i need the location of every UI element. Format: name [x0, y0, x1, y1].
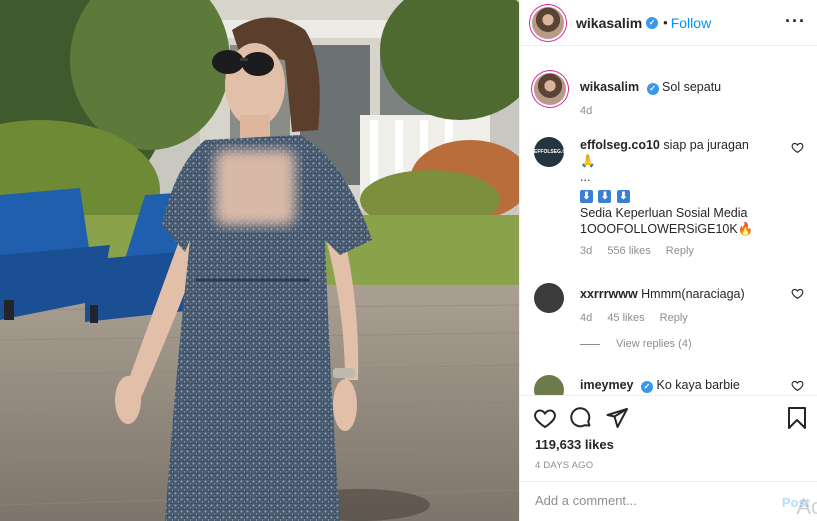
comment-likes[interactable]: 45 likes — [607, 312, 644, 324]
comment-emoji: 🙏 — [580, 154, 596, 168]
caption-text: Sol sepatu — [662, 80, 722, 94]
comment-item: xxrrrwww Hmmm(naraciaga) 4d 45 likes Rep… — [534, 283, 804, 350]
commenter-avatar[interactable] — [534, 283, 564, 313]
caption-meta: 4d — [580, 105, 804, 117]
heart-icon[interactable] — [791, 379, 804, 392]
comment-line: 1OOOFOLLOWERSiGE10K🔥 — [580, 222, 754, 236]
comment-text: Hmmm(naraciaga) — [641, 287, 745, 301]
caption-username[interactable]: wikasalim — [580, 80, 639, 94]
post-sidebar: wikasalim ✓ • Follow ··· wikasalim ✓ Sol… — [519, 0, 817, 521]
caption: wikasalim ✓ Sol sepatu 4d — [534, 73, 804, 117]
caption-avatar[interactable] — [534, 73, 566, 105]
post-timestamp: 4 DAYS AGO — [535, 460, 594, 471]
comment-meta: 3d 556 likes Reply — [580, 245, 804, 257]
divider-line — [580, 343, 600, 345]
view-replies-label: View replies (4) — [616, 338, 692, 350]
comment-age: 3d — [580, 245, 593, 257]
likes-count[interactable]: 119,633 likes — [535, 437, 614, 452]
comment-username[interactable]: xxrrrwww — [580, 287, 638, 301]
comment-text: Ko kaya barbie — [656, 378, 740, 392]
comment-item: imeymey ✓ Ko kaya barbie — [534, 375, 804, 395]
commenter-avatar[interactable]: EFFOLSEG.CO — [534, 137, 570, 167]
comment-meta: 4d 45 likes Reply — [580, 312, 804, 324]
down-arrow-icon: ⬇ — [580, 190, 593, 203]
arrow-boxes: ⬇ ⬇ ⬇ — [580, 187, 780, 203]
comment-body: xxrrrwww Hmmm(naraciaga) — [580, 283, 780, 302]
caption-body: wikasalim ✓ Sol sepatu — [580, 73, 780, 95]
comment-item: EFFOLSEG.CO effolseg.co10 siap pa juraga… — [534, 137, 804, 257]
author-avatar[interactable] — [532, 6, 564, 39]
verified-icon: ✓ — [646, 83, 659, 95]
comment-username[interactable]: imeymey — [580, 378, 634, 392]
down-arrow-icon: ⬇ — [598, 190, 612, 203]
view-replies-button[interactable]: View replies (4) — [580, 338, 804, 350]
verified-icon: ✓ — [641, 381, 653, 393]
post-header: wikasalim ✓ • Follow ··· — [520, 0, 817, 46]
comment-text: siap pa juragan — [663, 138, 749, 152]
heart-icon[interactable] — [791, 287, 804, 300]
activation-watermark: Ac — [796, 494, 817, 519]
post-actions: 119,633 likes 4 DAYS AGO — [520, 395, 817, 481]
caption-age: 4d — [580, 105, 593, 117]
commenter-avatar[interactable] — [534, 375, 564, 395]
avatar-label: EFFOLSEG.CO — [534, 149, 570, 155]
separator-dot: • — [663, 15, 668, 30]
comment-line: Sedia Keperluan Sosial Media — [580, 206, 748, 220]
heart-icon[interactable] — [791, 141, 804, 154]
down-arrow-icon: ⬇ — [616, 190, 630, 203]
photo-image — [0, 0, 519, 521]
comment-input[interactable] — [535, 493, 765, 508]
heart-icon[interactable] — [533, 406, 557, 430]
add-comment-bar: Post Ac — [520, 481, 817, 521]
comment-ellipsis: ... — [580, 170, 591, 184]
post-photo[interactable] — [0, 0, 519, 521]
comment-age: 4d — [580, 312, 593, 324]
follow-button[interactable]: Follow — [671, 15, 711, 31]
comments-list[interactable]: wikasalim ✓ Sol sepatu 4d EFFOLSEG.CO ef… — [520, 47, 817, 395]
comment-body: effolseg.co10 siap pa juragan 🙏 ... ⬇ ⬇ … — [580, 137, 780, 237]
bookmark-icon[interactable] — [785, 406, 809, 430]
verified-icon: ✓ — [646, 16, 659, 29]
reply-button[interactable]: Reply — [666, 245, 694, 257]
comment-username[interactable]: effolseg.co10 — [580, 138, 660, 152]
comment-body: imeymey ✓ Ko kaya barbie — [580, 375, 780, 393]
comment-icon[interactable] — [569, 406, 593, 430]
more-options-icon[interactable]: ··· — [785, 12, 806, 30]
comment-likes[interactable]: 556 likes — [607, 245, 650, 257]
share-icon[interactable] — [605, 406, 629, 430]
reply-button[interactable]: Reply — [660, 312, 688, 324]
author-username[interactable]: wikasalim — [576, 15, 642, 31]
